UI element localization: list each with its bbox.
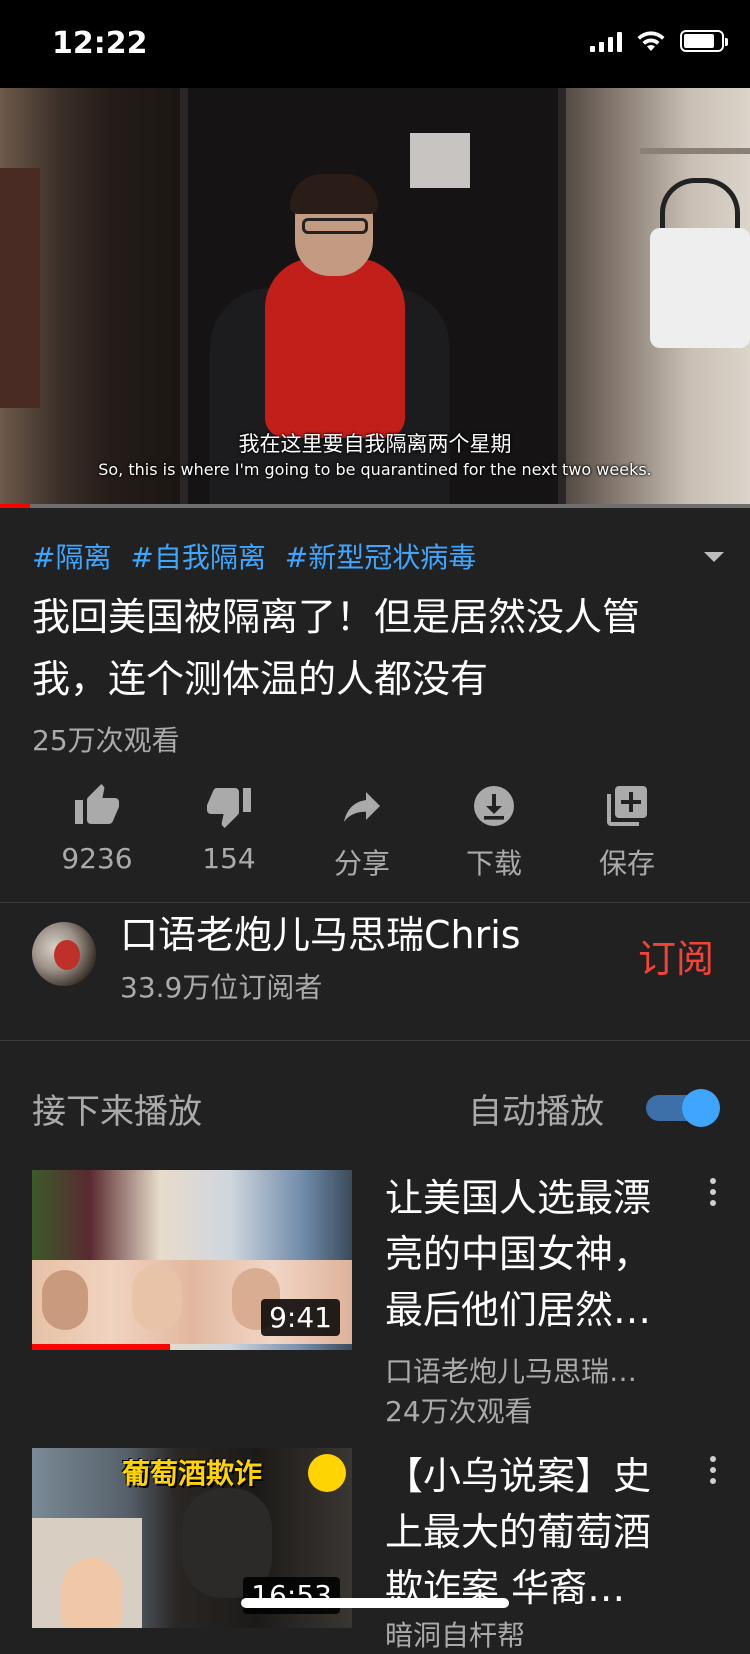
share-label: 分享 bbox=[333, 847, 390, 880]
toggle-knob bbox=[682, 1089, 720, 1127]
recommended-video-title: 【小乌说案】史上最大的葡萄酒欺诈案 华裔… bbox=[385, 1454, 652, 1610]
expand-description-icon[interactable] bbox=[704, 552, 724, 562]
dislike-count: 154 bbox=[202, 842, 256, 875]
video-player[interactable]: 我在这里要自我隔离两个星期 So, this is where I'm goin… bbox=[0, 88, 750, 508]
dislike-button[interactable]: 154 bbox=[164, 782, 294, 875]
divider bbox=[0, 1040, 750, 1041]
video-frame-person bbox=[210, 174, 450, 508]
hashtag-link[interactable]: #新型冠状病毒 bbox=[285, 541, 476, 574]
home-indicator bbox=[241, 1598, 509, 1608]
recommended-video-title: 让美国人选最漂亮的中国女神，最后他们居然… bbox=[385, 1176, 652, 1332]
download-label: 下载 bbox=[465, 847, 522, 880]
recommended-video-channel: 口语老炮儿马思瑞… bbox=[385, 1355, 638, 1388]
thumbs-up-icon bbox=[75, 784, 119, 824]
channel-name[interactable]: 口语老炮儿马思瑞Chris bbox=[120, 904, 521, 959]
share-button[interactable]: 分享 bbox=[297, 782, 427, 882]
hashtags: #隔离 #自我隔离 #新型冠状病毒 bbox=[32, 536, 486, 576]
save-playlist-icon bbox=[607, 786, 647, 826]
view-count: 25万次观看 bbox=[32, 724, 180, 757]
more-options-icon[interactable] bbox=[710, 1456, 716, 1489]
status-time: 12:22 bbox=[52, 26, 148, 61]
recommended-video-channel: 暗洞自杆帮 bbox=[385, 1619, 526, 1652]
subtitle-english: So, this is where I'm going to be quaran… bbox=[98, 460, 652, 479]
save-label: 保存 bbox=[598, 847, 655, 880]
channel-avatar[interactable] bbox=[32, 922, 96, 986]
autoplay-toggle[interactable] bbox=[646, 1089, 720, 1127]
hashtag-link[interactable]: #隔离 bbox=[32, 541, 111, 574]
share-icon bbox=[344, 792, 380, 822]
video-thumbnail[interactable]: 9:41 bbox=[32, 1170, 352, 1350]
wifi-icon bbox=[637, 31, 665, 51]
thumbs-down-icon bbox=[207, 788, 251, 828]
subscriber-count: 33.9万位订阅者 bbox=[120, 971, 323, 1004]
recommended-video[interactable]: 9:41 让美国人选最漂亮的中国女神，最后他们居然… 口语老炮儿马思瑞… 24万… bbox=[32, 1170, 722, 1428]
video-title: 我回美国被隔离了！但是居然没人管我，连个测体温的人都没有 bbox=[32, 595, 641, 701]
subscribe-button[interactable]: 订阅 bbox=[638, 928, 714, 983]
like-count: 9236 bbox=[61, 842, 133, 875]
watched-progress bbox=[32, 1344, 170, 1350]
recommended-video-views: 24万次观看 bbox=[385, 1395, 533, 1428]
video-duration: 16:53 bbox=[243, 1577, 340, 1614]
status-icons bbox=[590, 30, 728, 52]
action-bar: 9236 154 分享 下载 保存 bbox=[32, 782, 722, 882]
subtitle-chinese: 我在这里要自我隔离两个星期 bbox=[238, 432, 512, 456]
like-button[interactable]: 9236 bbox=[32, 782, 162, 875]
autoplay-label: 自动播放 bbox=[468, 1092, 604, 1132]
up-next-heading: 接下来播放 bbox=[32, 1092, 202, 1132]
cellular-signal-icon bbox=[590, 30, 622, 52]
video-duration: 9:41 bbox=[261, 1299, 340, 1336]
status-bar: 12:22 bbox=[0, 0, 750, 88]
battery-icon bbox=[680, 30, 728, 52]
more-options-icon[interactable] bbox=[710, 1178, 716, 1211]
divider bbox=[0, 902, 750, 903]
video-progress-bar[interactable] bbox=[0, 504, 750, 508]
download-icon bbox=[474, 786, 514, 826]
save-button[interactable]: 保存 bbox=[562, 782, 692, 882]
hashtag-link[interactable]: #自我隔离 bbox=[130, 541, 265, 574]
video-progress-fill bbox=[0, 504, 30, 508]
thumbnail-text: 葡萄酒欺诈 bbox=[122, 1457, 263, 1490]
download-button[interactable]: 下载 bbox=[429, 782, 559, 882]
